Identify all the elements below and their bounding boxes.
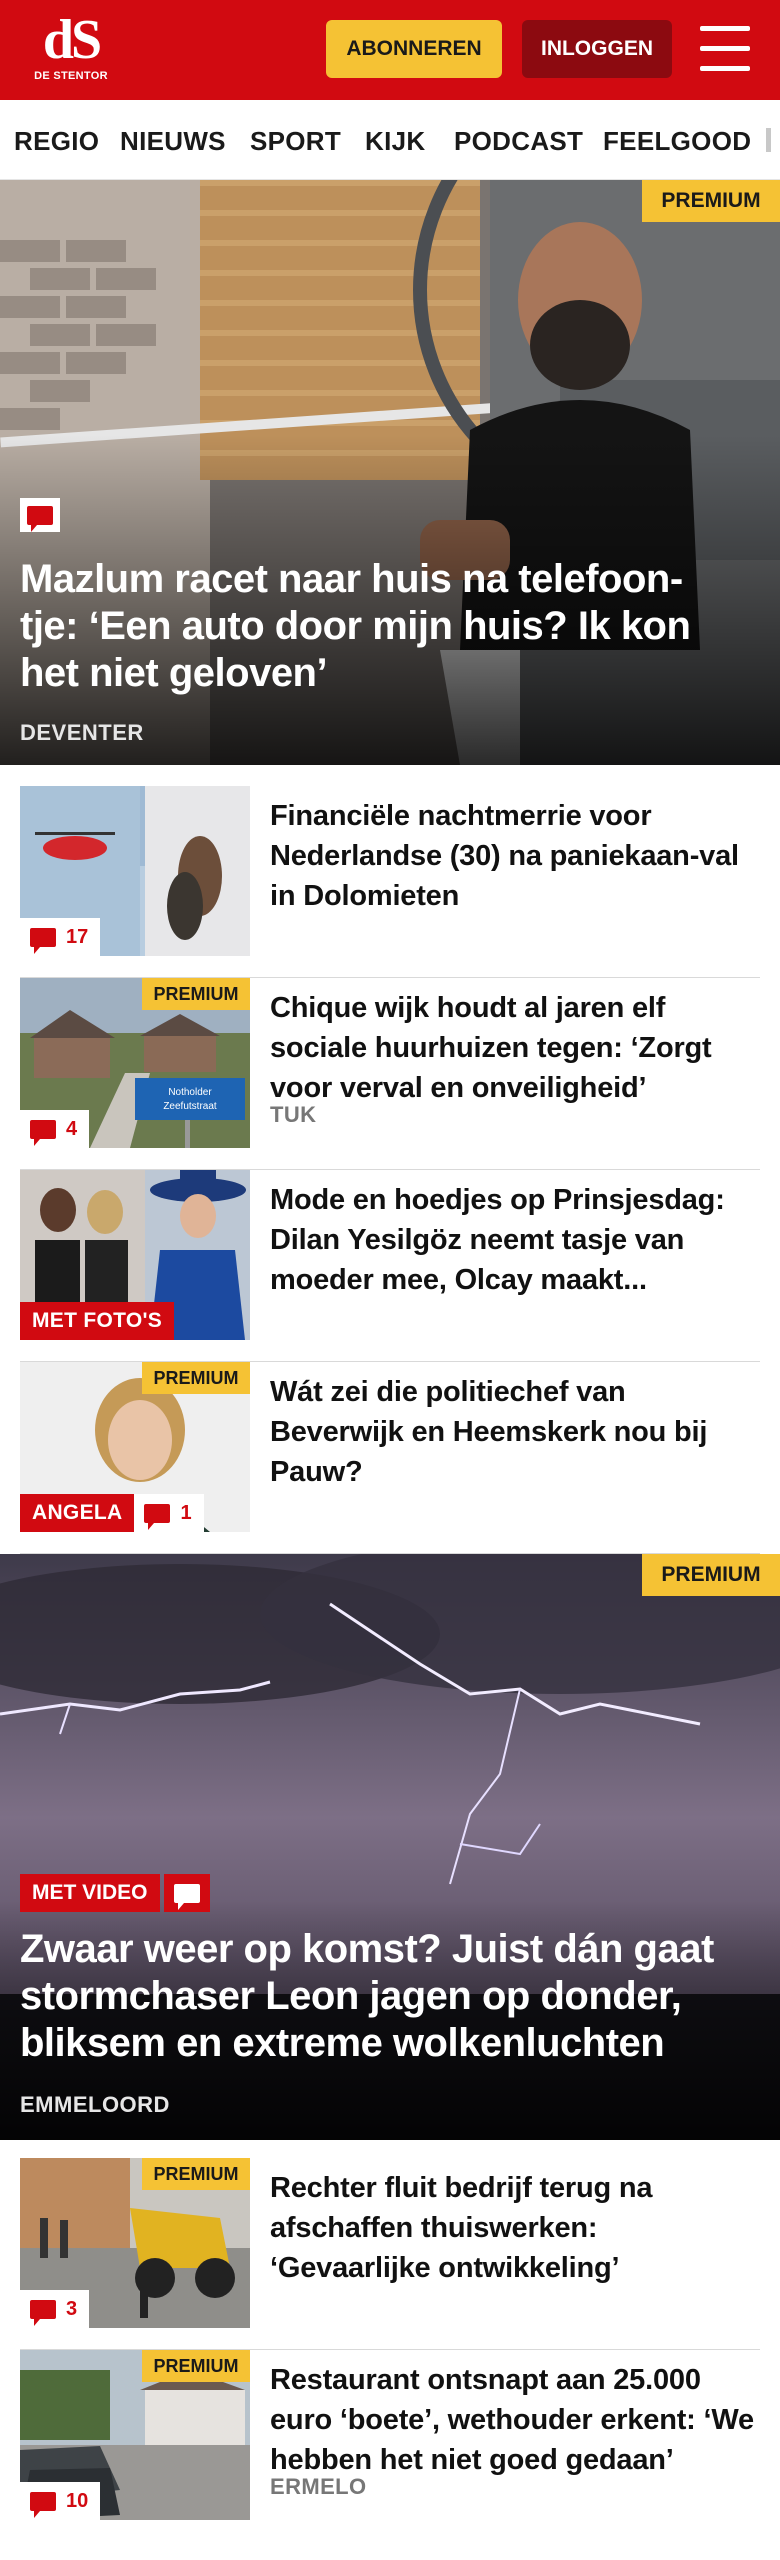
login-button[interactable]: INLOGGEN	[522, 20, 672, 78]
comment-counter: 4	[20, 1110, 90, 1148]
list-item[interactable]: PREMIUM ANGELA 1 Wát zei die politiechef…	[20, 1362, 760, 1554]
top-story[interactable]: PREMIUM Mazlum racet naar huis na telefo…	[0, 180, 780, 765]
featured-tags: MET VIDEO	[20, 1874, 210, 1912]
comment-icon	[144, 1503, 171, 1530]
list-item[interactable]: PREMIUM 3 Rechter fluit bedrijf terug na…	[20, 2158, 760, 2350]
comment-count: 4	[66, 1117, 78, 1140]
comment-counter: 1	[134, 1494, 204, 1532]
premium-badge: PREMIUM	[142, 2158, 250, 2190]
tag-bar: ANGELA 1	[20, 1494, 204, 1532]
comment-count: 17	[66, 925, 89, 948]
list-item[interactable]: 17 Financiële nachtmerrie voor Nederland…	[20, 786, 760, 978]
comment-icon	[20, 498, 60, 532]
article-thumbnail: 17	[20, 786, 250, 956]
nav-item-podcast[interactable]: PODCAST	[454, 126, 583, 157]
comment-count: 1	[180, 1501, 192, 1524]
premium-badge: PREMIUM	[642, 1554, 780, 1596]
article-thumbnail: Notholder Zeefutstraat PREMIUM 4	[20, 978, 250, 1148]
article-thumbnail: PREMIUM ANGELA 1	[20, 1362, 250, 1532]
comment-icon	[30, 1119, 56, 1146]
logo-mark: dS	[42, 9, 102, 71]
photos-tag: MET FOTO'S	[20, 1302, 175, 1340]
article-thumbnail: MET FOTO'S	[20, 1170, 250, 1340]
article-thumbnail: PREMIUM 10	[20, 2350, 250, 2520]
tag-bar: MET FOTO'S	[20, 1302, 175, 1340]
article-title[interactable]: Rechter fluit bedrijf terug na afschaffe…	[270, 2168, 760, 2288]
article-title[interactable]: Chique wijk houdt al jaren elf sociale h…	[270, 988, 760, 1108]
hamburger-menu-icon[interactable]	[700, 26, 750, 72]
nav-item-nieuws[interactable]: NIEUWS	[120, 126, 226, 157]
article-thumbnail: PREMIUM 3	[20, 2158, 250, 2328]
comment-count: 3	[66, 2297, 78, 2320]
svg-text:Zeefutstraat: Zeefutstraat	[163, 1101, 217, 1112]
nav-item-sport[interactable]: SPORT	[250, 126, 341, 157]
nav-overflow-indicator	[766, 128, 771, 152]
nav-item-feelgood[interactable]: FEELGOOD	[603, 126, 751, 157]
top-story-headline[interactable]: Mazlum racet naar huis na telefoon-tje: …	[20, 556, 740, 697]
article-location: ERMELO	[270, 2474, 367, 2499]
article-title[interactable]: Wát zei die politiechef van Beverwijk en…	[270, 1372, 760, 1492]
premium-badge: PREMIUM	[642, 180, 780, 222]
nav-item-regio[interactable]: REGIO	[14, 126, 99, 157]
video-tag: MET VIDEO	[20, 1874, 160, 1912]
comment-counter: 3	[20, 2290, 90, 2328]
featured-story-headline[interactable]: Zwaar weer op komst? Juist dán gaat stor…	[20, 1926, 740, 2067]
article-location: TUK	[270, 1102, 317, 1127]
premium-badge: PREMIUM	[142, 1362, 250, 1394]
author-tag: ANGELA	[20, 1494, 135, 1532]
list-item[interactable]: MET FOTO'S Mode en hoedjes op Prinsjesda…	[20, 1170, 760, 1362]
comment-icon	[30, 2491, 56, 2518]
subscribe-button[interactable]: ABONNEREN	[326, 20, 502, 78]
article-title[interactable]: Mode en hoedjes op Prinsjesdag: Dilan Ye…	[270, 1180, 760, 1300]
list-item[interactable]: PREMIUM 10 Restaurant ontsnapt aan 25.00…	[20, 2350, 760, 2542]
comment-icon	[30, 927, 56, 954]
comment-counter: 17	[20, 918, 101, 956]
featured-story[interactable]: PREMIUM MET VIDEO Zwaar weer op komst? J…	[0, 1554, 780, 2140]
logo-text: DE STENTOR	[34, 70, 108, 82]
featured-story-location: EMMELOORD	[20, 2092, 170, 2117]
svg-text:Notholder: Notholder	[168, 1087, 212, 1098]
section-nav: REGIO NIEUWS SPORT KIJK PODCAST FEELGOOD	[0, 100, 780, 180]
comment-counter: 10	[20, 2482, 101, 2520]
site-logo[interactable]: dS DE STENTOR	[28, 12, 114, 90]
article-title[interactable]: Financiële nachtmerrie voor Nederlandse …	[270, 796, 760, 916]
site-header: dS DE STENTOR ABONNEREN INLOGGEN	[0, 0, 780, 100]
comment-icon	[30, 2299, 56, 2326]
nav-item-kijk[interactable]: KIJK	[365, 126, 425, 157]
list-item[interactable]: Notholder Zeefutstraat PREMIUM 4 Chique …	[20, 978, 760, 1170]
top-story-location: DEVENTER	[20, 720, 144, 745]
comment-icon	[163, 1874, 210, 1912]
premium-badge: PREMIUM	[142, 2350, 250, 2382]
article-title[interactable]: Restaurant ontsnapt aan 25.000 euro ‘boe…	[270, 2360, 760, 2480]
comment-count: 10	[66, 2489, 89, 2512]
premium-badge: PREMIUM	[142, 978, 250, 1010]
